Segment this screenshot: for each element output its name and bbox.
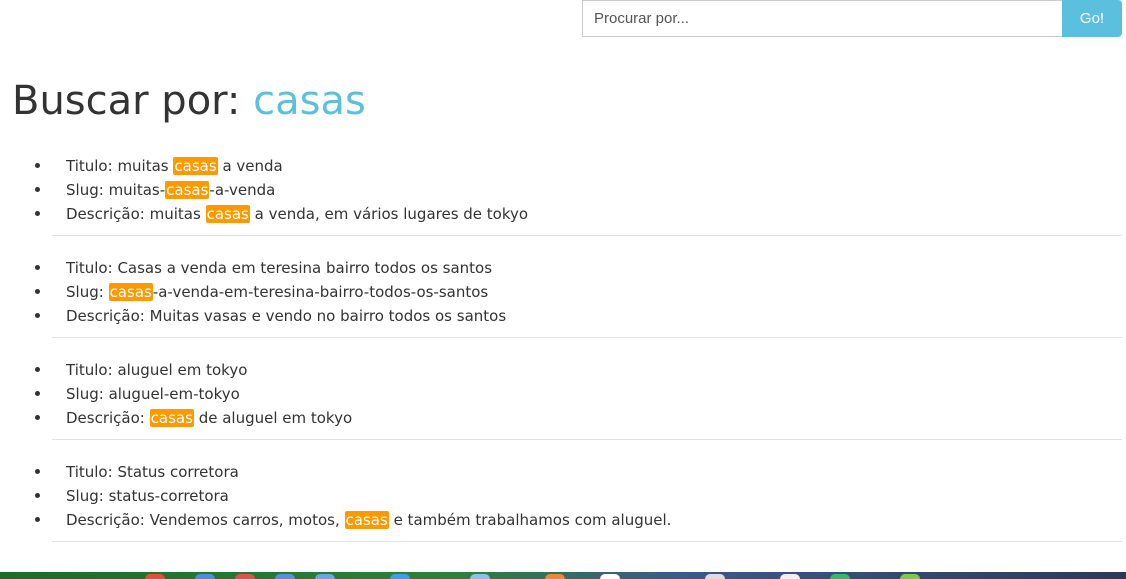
result-descricao: Descrição: Vendemos carros, motos, casas…: [35, 508, 1122, 532]
result-slug: Slug: aluguel-em-tokyo: [35, 382, 1122, 406]
result-slug: Slug: muitas-casas-a-venda: [35, 178, 1122, 202]
result-slug: Slug: casas-a-venda-em-teresina-bairro-t…: [35, 280, 1122, 304]
highlight: casas: [344, 511, 389, 529]
taskbar-app-icon[interactable]: [780, 574, 800, 579]
taskbar-app-icon[interactable]: [390, 574, 410, 579]
result-item: Titulo: Casas a venda em teresina bairro…: [35, 256, 1122, 338]
result-item: Titulo: muitas casas a venda Slug: muita…: [35, 154, 1122, 236]
taskbar-app-icon[interactable]: [145, 574, 165, 579]
divider: [52, 235, 1122, 236]
result-descricao: Descrição: muitas casas a venda, em vári…: [35, 202, 1122, 226]
divider: [52, 541, 1122, 542]
taskbar-app-icon[interactable]: [600, 574, 620, 579]
taskbar-app-icon[interactable]: [275, 574, 295, 579]
taskbar-app-icon[interactable]: [470, 574, 490, 579]
go-button[interactable]: Go!: [1062, 0, 1122, 37]
taskbar-app-icon[interactable]: [315, 574, 335, 579]
result-titulo: Titulo: aluguel em tokyo: [35, 358, 1122, 382]
highlight: casas: [165, 181, 210, 199]
divider: [52, 439, 1122, 440]
highlight: casas: [173, 157, 218, 175]
search-input[interactable]: [582, 0, 1062, 37]
taskbar-app-icon[interactable]: [705, 574, 725, 579]
results-list: Titulo: muitas casas a venda Slug: muita…: [35, 154, 1122, 562]
taskbar-app-icon[interactable]: [900, 574, 920, 579]
result-titulo: Titulo: muitas casas a venda: [35, 154, 1122, 178]
result-slug: Slug: status-corretora: [35, 484, 1122, 508]
page-title: Buscar por: casas: [12, 76, 366, 126]
result-titulo: Titulo: Casas a venda em teresina bairro…: [35, 256, 1122, 280]
page-title-prefix: Buscar por:: [12, 78, 241, 124]
os-taskbar: [0, 572, 1126, 579]
taskbar-app-icon[interactable]: [545, 574, 565, 579]
search-bar: Go!: [582, 0, 1122, 37]
divider: [52, 337, 1122, 338]
result-descricao: Descrição: casas de aluguel em tokyo: [35, 406, 1122, 430]
highlight: casas: [149, 409, 194, 427]
highlight: casas: [108, 283, 153, 301]
result-item: Titulo: aluguel em tokyo Slug: aluguel-e…: [35, 358, 1122, 440]
taskbar-app-icon[interactable]: [235, 574, 255, 579]
search-term: casas: [253, 78, 366, 124]
result-descricao: Descrição: Muitas vasas e vendo no bairr…: [35, 304, 1122, 328]
taskbar-app-icon[interactable]: [830, 574, 850, 579]
taskbar-app-icon[interactable]: [195, 574, 215, 579]
result-item: Titulo: Status corretora Slug: status-co…: [35, 460, 1122, 542]
result-titulo: Titulo: Status corretora: [35, 460, 1122, 484]
highlight: casas: [205, 205, 250, 223]
